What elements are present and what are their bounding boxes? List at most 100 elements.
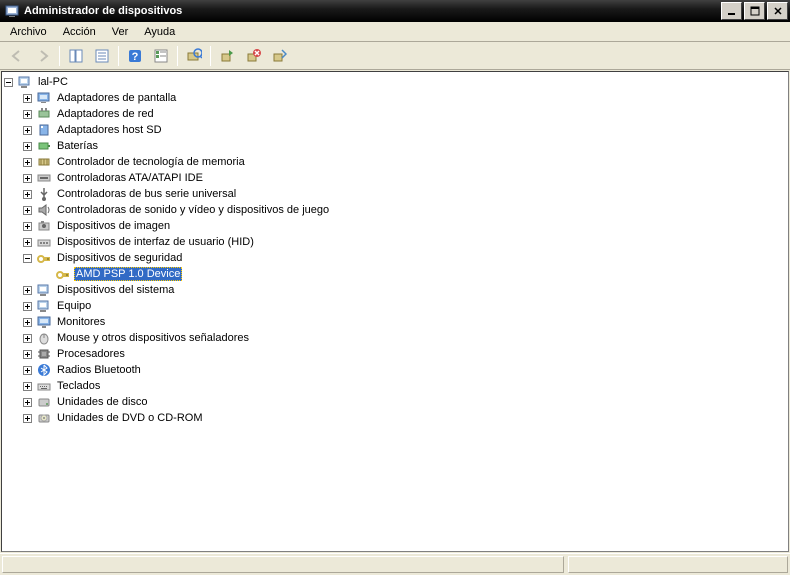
menu-action[interactable]: Acción — [55, 24, 104, 40]
monitor-icon — [36, 314, 52, 330]
expander-plus-icon[interactable] — [23, 350, 32, 359]
disable-button[interactable] — [267, 45, 291, 67]
category-monitors[interactable]: Monitores — [23, 314, 786, 330]
dvd-icon — [36, 410, 52, 426]
expander-plus-icon[interactable] — [23, 318, 32, 327]
category-ata-atapi[interactable]: Controladoras ATA/ATAPI IDE — [23, 170, 786, 186]
maximize-button[interactable] — [744, 2, 765, 20]
toolbar-separator — [177, 46, 178, 66]
toolbar: ? — [0, 42, 790, 70]
show-hide-tree-button[interactable] — [64, 45, 88, 67]
hid-icon — [36, 234, 52, 250]
status-pane-left — [2, 556, 564, 573]
category-display-adapters[interactable]: Adaptadores de pantalla — [23, 90, 786, 106]
computer-category-icon — [36, 298, 52, 314]
expander-plus-icon[interactable] — [23, 238, 32, 247]
scan-hardware-button[interactable] — [182, 45, 206, 67]
category-sd-host-adapters[interactable]: Adaptadores host SD — [23, 122, 786, 138]
menu-view[interactable]: Ver — [104, 24, 137, 40]
node-label: lal-PC — [36, 76, 70, 88]
expander-plus-icon[interactable] — [23, 158, 32, 167]
system-device-icon — [36, 282, 52, 298]
titlebar: Administrador de dispositivos — [0, 0, 790, 22]
node-label: Monitores — [55, 316, 107, 328]
toolbar-separator — [118, 46, 119, 66]
minimize-button[interactable] — [721, 2, 742, 20]
menu-file[interactable]: Archivo — [2, 24, 55, 40]
list-view-button[interactable] — [149, 45, 173, 67]
expander-plus-icon[interactable] — [23, 366, 32, 375]
device-tree-pane[interactable]: lal-PC Adaptadores de pantalla Adaptador… — [1, 71, 789, 552]
usb-icon — [36, 186, 52, 202]
expander-plus-icon[interactable] — [23, 190, 32, 199]
window-controls — [721, 2, 788, 20]
battery-icon — [36, 138, 52, 154]
node-label: Dispositivos de interfaz de usuario (HID… — [55, 236, 256, 248]
menu-help[interactable]: Ayuda — [136, 24, 183, 40]
back-button[interactable] — [5, 45, 29, 67]
category-sound-video-game[interactable]: Controladoras de sonido y vídeo y dispos… — [23, 202, 786, 218]
expander-plus-icon[interactable] — [23, 414, 32, 423]
category-usb[interactable]: Controladoras de bus serie universal — [23, 186, 786, 202]
category-network-adapters[interactable]: Adaptadores de red — [23, 106, 786, 122]
category-keyboards[interactable]: Teclados — [23, 378, 786, 394]
expander-plus-icon[interactable] — [23, 398, 32, 407]
toolbar-separator — [59, 46, 60, 66]
node-label: Equipo — [55, 300, 93, 312]
forward-button[interactable] — [31, 45, 55, 67]
expander-plus-icon[interactable] — [23, 94, 32, 103]
category-imaging[interactable]: Dispositivos de imagen — [23, 218, 786, 234]
expander-plus-icon[interactable] — [23, 302, 32, 311]
category-disk-drives[interactable]: Unidades de disco — [23, 394, 786, 410]
uninstall-button[interactable] — [241, 45, 265, 67]
memory-icon — [36, 154, 52, 170]
expander-plus-icon[interactable] — [23, 206, 32, 215]
sound-icon — [36, 202, 52, 218]
expander-plus-icon[interactable] — [23, 286, 32, 295]
expander-minus-icon[interactable] — [23, 254, 32, 263]
expander-plus-icon[interactable] — [23, 174, 32, 183]
node-label: Dispositivos de imagen — [55, 220, 172, 232]
statusbar — [0, 553, 790, 575]
properties-button[interactable] — [90, 45, 114, 67]
category-processors[interactable]: Procesadores — [23, 346, 786, 362]
node-label: Mouse y otros dispositivos señaladores — [55, 332, 251, 344]
expander-plus-icon[interactable] — [23, 334, 32, 343]
category-dvd-cd[interactable]: Unidades de DVD o CD-ROM — [23, 410, 786, 426]
update-driver-button[interactable] — [215, 45, 239, 67]
category-hid[interactable]: Dispositivos de interfaz de usuario (HID… — [23, 234, 786, 250]
expander-plus-icon[interactable] — [23, 142, 32, 151]
node-label: Unidades de DVD o CD-ROM — [55, 412, 205, 424]
category-memory-tech[interactable]: Controlador de tecnología de memoria — [23, 154, 786, 170]
node-label: Controladoras de sonido y vídeo y dispos… — [55, 204, 331, 216]
security-device-icon — [55, 266, 71, 282]
category-mice[interactable]: Mouse y otros dispositivos señaladores — [23, 330, 786, 346]
node-label: Dispositivos del sistema — [55, 284, 176, 296]
device-amd-psp[interactable]: AMD PSP 1.0 Device — [42, 266, 786, 282]
category-system-devices[interactable]: Dispositivos del sistema — [23, 282, 786, 298]
network-adapter-icon — [36, 106, 52, 122]
window-title: Administrador de dispositivos — [24, 5, 721, 17]
node-label-selected: AMD PSP 1.0 Device — [74, 267, 182, 281]
processor-icon — [36, 346, 52, 362]
category-bluetooth[interactable]: Radios Bluetooth — [23, 362, 786, 378]
category-computer[interactable]: Equipo — [23, 298, 786, 314]
menubar: Archivo Acción Ver Ayuda — [0, 22, 790, 42]
expander-plus-icon[interactable] — [23, 126, 32, 135]
expander-plus-icon[interactable] — [23, 110, 32, 119]
expander-minus-icon[interactable] — [4, 78, 13, 87]
expander-plus-icon[interactable] — [23, 382, 32, 391]
node-label: Teclados — [55, 380, 102, 392]
node-label: Adaptadores host SD — [55, 124, 164, 136]
bluetooth-icon — [36, 362, 52, 378]
imaging-icon — [36, 218, 52, 234]
help-button[interactable]: ? — [123, 45, 147, 67]
node-label: Unidades de disco — [55, 396, 150, 408]
expander-plus-icon[interactable] — [23, 222, 32, 231]
disk-icon — [36, 394, 52, 410]
svg-text:?: ? — [132, 51, 139, 63]
category-batteries[interactable]: Baterías — [23, 138, 786, 154]
category-security[interactable]: Dispositivos de seguridad — [23, 250, 786, 266]
root-node[interactable]: lal-PC — [4, 74, 786, 90]
close-button[interactable] — [767, 2, 788, 20]
